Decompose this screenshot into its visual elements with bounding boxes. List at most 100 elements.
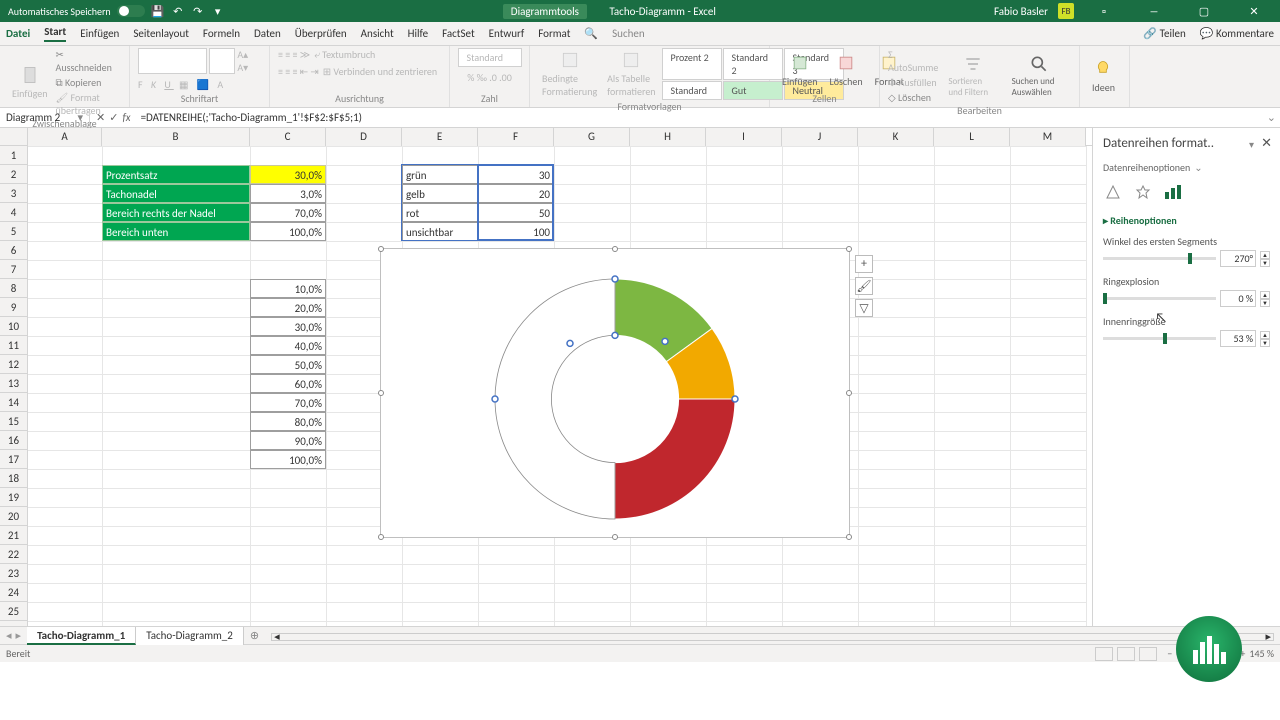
tab-suchen[interactable]: Suchen: [612, 27, 645, 40]
row-header-26[interactable]: 26: [0, 621, 27, 626]
cell[interactable]: 3,0%: [250, 184, 326, 203]
col-header-J[interactable]: J: [782, 128, 858, 146]
horizontal-scrollbar[interactable]: ◂▸: [271, 633, 1274, 641]
col-header-I[interactable]: I: [706, 128, 782, 146]
enter-formula-icon[interactable]: ✓: [109, 111, 118, 124]
cells-insert-button[interactable]: Einfügen: [778, 51, 822, 90]
row-header-9[interactable]: 9: [0, 298, 27, 317]
cell[interactable]: 50: [478, 203, 554, 222]
avatar[interactable]: FB: [1058, 3, 1074, 19]
row-header-16[interactable]: 16: [0, 431, 27, 450]
cell[interactable]: 30,0%: [250, 165, 326, 184]
tab-entwurf[interactable]: Entwurf: [489, 27, 525, 40]
row-header-4[interactable]: 4: [0, 203, 27, 222]
view-normal-icon[interactable]: [1095, 647, 1113, 661]
row-header-20[interactable]: 20: [0, 507, 27, 526]
save-icon[interactable]: 💾: [151, 4, 165, 18]
row-header-3[interactable]: 3: [0, 184, 27, 203]
angle-down-icon[interactable]: ▼: [1260, 259, 1270, 267]
cell[interactable]: rot: [402, 203, 478, 222]
share-button[interactable]: 🔗 Teilen: [1143, 27, 1185, 40]
clear-button[interactable]: ◇ Löschen: [888, 91, 938, 104]
formula-input[interactable]: =DATENREIHE(;'Tacho-Diagramm_1'!$F$2:$F$…: [137, 111, 1263, 124]
chart-add-element-icon[interactable]: +: [855, 255, 873, 273]
explosion-input[interactable]: 0 %: [1220, 290, 1256, 307]
tab-formeln[interactable]: Formeln: [203, 27, 240, 40]
cell[interactable]: 30,0%: [250, 317, 326, 336]
chart-styles-icon[interactable]: 🖌: [855, 277, 873, 295]
style-standard[interactable]: Standard: [662, 81, 722, 100]
sheet-nav-prev-icon[interactable]: ◂: [6, 629, 12, 642]
row-header-17[interactable]: 17: [0, 450, 27, 469]
cell[interactable]: 70,0%: [250, 203, 326, 222]
style-prozent2[interactable]: Prozent 2: [662, 48, 722, 80]
row-header-19[interactable]: 19: [0, 488, 27, 507]
row-header-6[interactable]: 6: [0, 241, 27, 260]
zoom-out-icon[interactable]: −: [1167, 647, 1172, 660]
hole-size-slider[interactable]: [1103, 337, 1216, 340]
qat-more-icon[interactable]: ▾: [211, 4, 225, 18]
chart-object[interactable]: + 🖌 ▽: [380, 248, 850, 538]
row-header-5[interactable]: 5: [0, 222, 27, 241]
col-header-F[interactable]: F: [478, 128, 554, 146]
cell[interactable]: 80,0%: [250, 412, 326, 431]
cell[interactable]: 100: [478, 222, 554, 241]
cell[interactable]: 10,0%: [250, 279, 326, 298]
cell[interactable]: 40,0%: [250, 336, 326, 355]
tab-ueberpruefen[interactable]: Überprüfen: [295, 27, 347, 40]
col-header-B[interactable]: B: [102, 128, 250, 146]
sheet-tab-1[interactable]: Tacho-Diagramm_1: [27, 627, 136, 645]
name-box[interactable]: Diagramm 2▾: [0, 111, 90, 124]
row-header-7[interactable]: 7: [0, 260, 27, 279]
row-header-22[interactable]: 22: [0, 545, 27, 564]
angle-up-icon[interactable]: ▲: [1260, 251, 1270, 259]
col-header-L[interactable]: L: [934, 128, 1010, 146]
col-header-D[interactable]: D: [326, 128, 402, 146]
cell[interactable]: unsichtbar: [402, 222, 478, 241]
close-icon[interactable]: ✕: [1234, 0, 1274, 22]
row-header-13[interactable]: 13: [0, 374, 27, 393]
cancel-formula-icon[interactable]: ✕: [96, 111, 105, 124]
cell[interactable]: 20,0%: [250, 298, 326, 317]
row-header-18[interactable]: 18: [0, 469, 27, 488]
undo-icon[interactable]: ↶: [171, 4, 185, 18]
hole-size-input[interactable]: 53 %: [1220, 330, 1256, 347]
zoom-level[interactable]: 145 %: [1249, 647, 1274, 660]
cell[interactable]: gelb: [402, 184, 478, 203]
tab-seitenlayout[interactable]: Seitenlayout: [133, 27, 189, 40]
tab-daten[interactable]: Daten: [254, 27, 281, 40]
ribbon-options-icon[interactable]: ▫: [1084, 0, 1124, 22]
col-header-G[interactable]: G: [554, 128, 630, 146]
tab-format[interactable]: Format: [538, 27, 570, 40]
row-header-12[interactable]: 12: [0, 355, 27, 374]
col-header-E[interactable]: E: [402, 128, 478, 146]
cell[interactable]: 70,0%: [250, 393, 326, 412]
sheet-tab-2[interactable]: Tacho-Diagramm_2: [136, 627, 244, 645]
row-header-10[interactable]: 10: [0, 317, 27, 336]
chart-slice-rot[interactable]: [615, 399, 735, 519]
row-header-14[interactable]: 14: [0, 393, 27, 412]
col-header-H[interactable]: H: [630, 128, 706, 146]
tab-ansicht[interactable]: Ansicht: [361, 27, 394, 40]
cell[interactable]: 90,0%: [250, 431, 326, 450]
cell[interactable]: 60,0%: [250, 374, 326, 393]
row-header-25[interactable]: 25: [0, 602, 27, 621]
cell[interactable]: Bereich unten: [102, 222, 250, 241]
redo-icon[interactable]: ↷: [191, 4, 205, 18]
col-header-M[interactable]: M: [1010, 128, 1086, 146]
maximize-icon[interactable]: ▢: [1184, 0, 1224, 22]
col-header-K[interactable]: K: [858, 128, 934, 146]
cell[interactable]: 100,0%: [250, 222, 326, 241]
autosave-toggle[interactable]: [117, 5, 145, 17]
view-pagebreak-icon[interactable]: [1139, 647, 1157, 661]
first-slice-angle-input[interactable]: 270°: [1220, 250, 1256, 267]
cell[interactable]: 30: [478, 165, 554, 184]
tab-start[interactable]: Start: [44, 25, 66, 42]
row-header-15[interactable]: 15: [0, 412, 27, 431]
panel-menu-icon[interactable]: ▾: [1249, 138, 1254, 151]
view-pagelayout-icon[interactable]: [1117, 647, 1135, 661]
cell[interactable]: grün: [402, 165, 478, 184]
explosion-slider[interactable]: [1103, 297, 1216, 300]
add-sheet-icon[interactable]: ⊕: [244, 629, 265, 642]
cell[interactable]: Tachonadel: [102, 184, 250, 203]
